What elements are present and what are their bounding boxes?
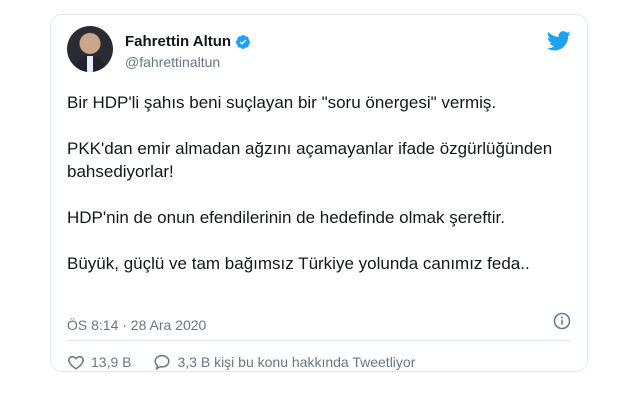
author-display-name[interactable]: Fahrettin Altun <box>125 33 231 50</box>
tweet-card[interactable]: Fahrettin Altun @fahrettinaltun Bir HDP'… <box>50 14 588 372</box>
info-icon[interactable] <box>553 312 571 330</box>
tweet-actions: 13,9 B 3,3 B kişi bu konu hakkında Tweet… <box>67 353 415 371</box>
tweet-paragraph: PKK'dan emir almadan ağzını açamayanlar … <box>67 139 553 181</box>
divider <box>67 340 571 341</box>
tweet-paragraph: HDP'nin de onun efendilerinin de hedefin… <box>67 208 505 227</box>
avatar-shirt <box>87 56 93 72</box>
twitter-bird-icon[interactable] <box>547 31 571 51</box>
like-button[interactable]: 13,9 B <box>67 353 131 371</box>
verified-badge-icon <box>236 34 251 49</box>
author-name-row[interactable]: Fahrettin Altun <box>125 33 251 50</box>
author-handle[interactable]: @fahrettinaltun <box>125 54 220 70</box>
conversation-button[interactable]: 3,3 B kişi bu konu hakkında Tweetliyor <box>153 353 415 371</box>
tweet-text: Bir HDP'li şahıs beni suçlayan bir "soru… <box>67 91 572 298</box>
tweet-timestamp[interactable]: ÖS 8:14 · 28 Ara 2020 <box>67 317 206 333</box>
tweet-paragraph: Bir HDP'li şahıs beni suçlayan bir "soru… <box>67 93 497 112</box>
tweet-paragraph: Büyük, güçlü ve tam bağımsız Türkiye yol… <box>67 254 530 273</box>
speech-bubble-icon <box>154 354 170 371</box>
like-count: 13,9 B <box>91 354 132 370</box>
conversation-text: 3,3 B kişi bu konu hakkında Tweetliyor <box>177 354 416 370</box>
avatar[interactable] <box>67 26 113 72</box>
heart-icon <box>68 355 84 370</box>
